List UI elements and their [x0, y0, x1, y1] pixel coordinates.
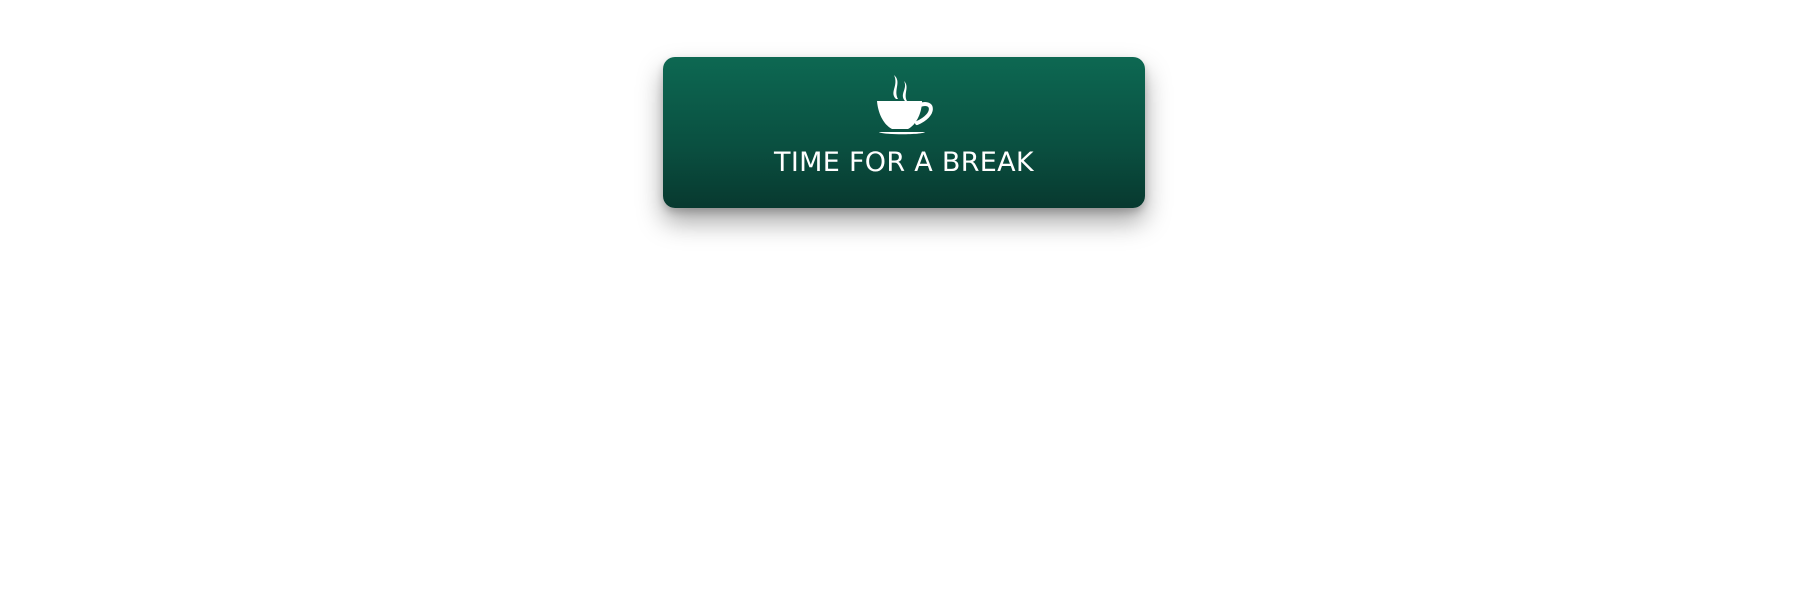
break-button-label: TIME FOR A BREAK: [774, 147, 1034, 178]
page: TIME FOR A BREAK: [0, 0, 1800, 600]
coffee-cup-icon: [877, 75, 933, 135]
time-for-a-break-button[interactable]: TIME FOR A BREAK: [663, 57, 1145, 208]
